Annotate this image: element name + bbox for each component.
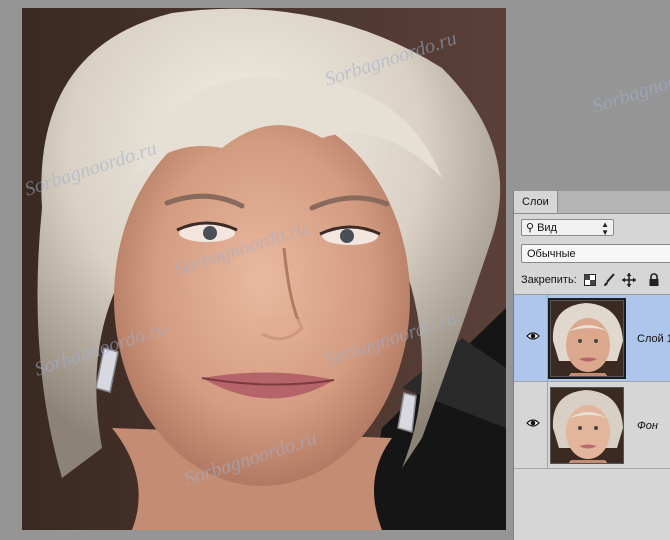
search-icon: ⚲ xyxy=(526,222,535,234)
layer-name[interactable]: Фон xyxy=(637,420,658,432)
lock-row: Закрепить: xyxy=(514,270,670,292)
lock-all-icon[interactable] xyxy=(647,273,661,287)
layer-row-background[interactable]: Фон xyxy=(514,382,670,469)
layer-name[interactable]: Слой 1 xyxy=(637,333,670,345)
blend-mode-select[interactable]: Обычные xyxy=(521,244,670,263)
eye-icon xyxy=(526,332,540,340)
panel-tab-bar: Слои xyxy=(514,191,670,214)
lock-position-icon[interactable] xyxy=(622,273,636,287)
eye-icon xyxy=(526,419,540,427)
layer-thumbnail xyxy=(550,387,624,464)
lock-label: Закрепить: xyxy=(521,274,577,286)
lock-transparent-pixels-icon[interactable] xyxy=(583,273,597,287)
portrait-photo xyxy=(22,8,506,530)
image-canvas[interactable]: Sorbagnoordo.ru Sorbagnoordo.ru Sorbagno… xyxy=(22,8,506,530)
watermark: Sorbagnoordo.ru xyxy=(589,54,670,118)
tab-layers[interactable]: Слои xyxy=(514,191,558,213)
layer-filter-select[interactable]: ⚲ Вид ▲ ▼ xyxy=(521,219,614,237)
visibility-toggle[interactable] xyxy=(514,382,548,468)
lock-image-pixels-icon[interactable] xyxy=(602,273,616,287)
updown-arrows-icon: ▲ ▼ xyxy=(601,220,609,237)
layer-thumbnail xyxy=(548,298,626,379)
visibility-toggle[interactable] xyxy=(514,295,548,381)
layers-panel: Слои ⚲ Вид ▲ ▼ Обычные Закрепить: Слой 1… xyxy=(513,191,670,540)
filter-label: Вид xyxy=(537,222,557,234)
layer-row-layer-1[interactable]: Слой 1 xyxy=(514,295,670,382)
